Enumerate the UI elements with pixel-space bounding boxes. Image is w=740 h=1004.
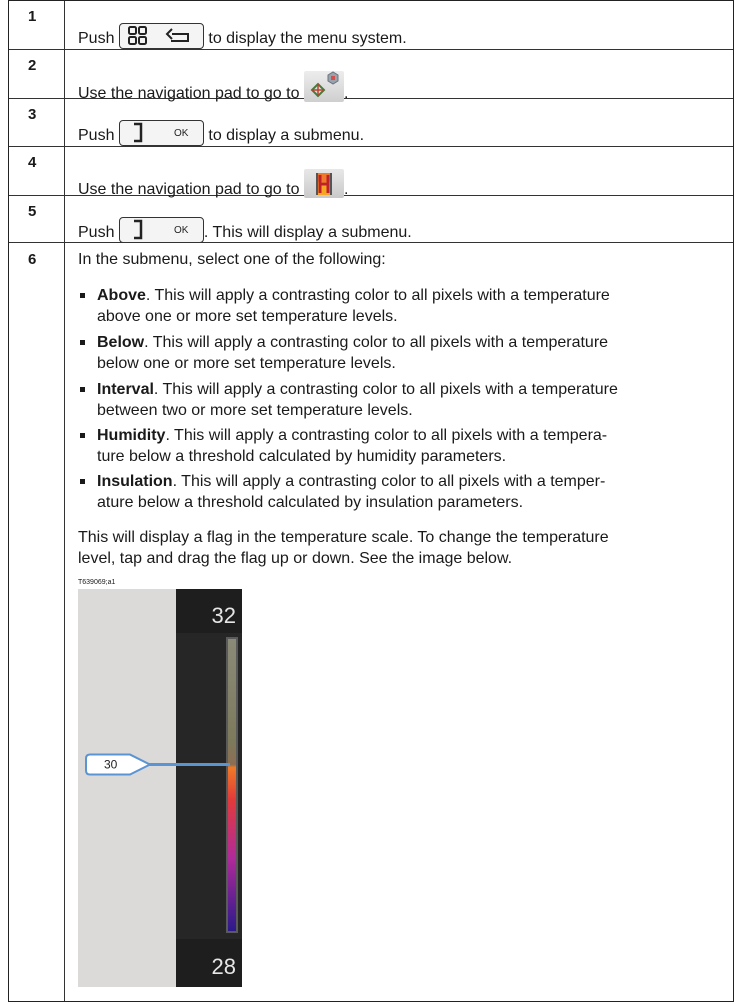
step-row-1: 1 Push to display the menu system. bbox=[9, 1, 733, 50]
step-text: Push OK . This will display a submenu. bbox=[78, 217, 412, 243]
bullet-term: Above bbox=[97, 287, 146, 304]
step-number: 6 bbox=[28, 251, 37, 268]
bullet-term: Below bbox=[97, 334, 145, 351]
procedure-table: 1 Push to display the menu system. 2 Use… bbox=[8, 0, 734, 1002]
list-item: Insulation. This will apply a contrastin… bbox=[78, 471, 718, 513]
scale-bottom-value: 28 bbox=[212, 954, 236, 979]
step-text-post: to display the menu system. bbox=[203, 30, 407, 47]
bullet-icon bbox=[80, 433, 85, 438]
scale-top-value: 32 bbox=[212, 603, 236, 628]
bullet-text: ture below a threshold calculated by hum… bbox=[97, 448, 507, 465]
list-item: Above. This will apply a contrasting col… bbox=[78, 285, 718, 327]
temperature-scale-graphic: 32 28 30 bbox=[78, 589, 242, 987]
scale-bar[interactable] bbox=[228, 639, 236, 931]
bullet-icon bbox=[80, 293, 85, 298]
step-intro: In the submenu, select one of the follow… bbox=[78, 251, 386, 268]
step-text-post: . This will display a submenu. bbox=[203, 224, 412, 241]
bullet-term: Insulation bbox=[97, 473, 173, 490]
bullet-text: . This will apply a contrasting color to… bbox=[153, 381, 618, 398]
ok-label: OK bbox=[174, 128, 189, 139]
bullet-text: . This will apply a contrasting color to… bbox=[165, 427, 608, 444]
bullet-icon bbox=[80, 387, 85, 392]
list-item: Below. This will apply a contrasting col… bbox=[78, 332, 718, 374]
bullet-term: Interval bbox=[97, 381, 154, 398]
bullet-text: . This will apply a contrasting color to… bbox=[145, 287, 610, 304]
step-row-6: 6 In the submenu, select one of the foll… bbox=[9, 243, 733, 1001]
list-item: Humidity. This will apply a contrasting … bbox=[78, 425, 718, 467]
ok-label: OK bbox=[174, 225, 189, 236]
bullet-text: . This will apply a contrasting color to… bbox=[172, 473, 606, 490]
list-item: Interval. This will apply a contrasting … bbox=[78, 379, 718, 421]
ok-key-icon: OK bbox=[118, 120, 204, 146]
step-row-3: 3 Push OK to display a submenu. bbox=[9, 99, 733, 147]
bullet-text: above one or more set temperature levels… bbox=[97, 308, 398, 325]
color-menu-icon bbox=[303, 71, 344, 102]
step-number: 3 bbox=[28, 106, 37, 123]
menu-back-key-icon bbox=[118, 23, 204, 49]
image-reference: T639069;a1 bbox=[78, 579, 116, 586]
bullet-text: between two or more set temperature leve… bbox=[97, 402, 413, 419]
paragraph-line: level, tap and drag the flag up or down.… bbox=[78, 550, 513, 567]
bullet-text: ature below a threshold calculated by in… bbox=[97, 494, 524, 511]
color-alarm-icon bbox=[303, 169, 344, 198]
step-number: 5 bbox=[28, 203, 37, 220]
temperature-scale-image: 32 28 30 bbox=[78, 589, 242, 987]
step-text-pre: Push bbox=[78, 30, 119, 47]
bullet-term: Humidity bbox=[97, 427, 166, 444]
step-row-5: 5 Push OK . This will display a submenu. bbox=[9, 196, 733, 243]
step-text-pre: Push bbox=[78, 224, 119, 241]
step-row-2: 2 Use the navigation pad to go to . bbox=[9, 50, 733, 102]
step-text: Push to display the menu system. bbox=[78, 23, 407, 49]
step-row-4: 4 Use the navigation pad to go to . bbox=[9, 147, 733, 198]
step-text-post: to display a submenu. bbox=[203, 127, 365, 144]
bullet-text: below one or more set temperature levels… bbox=[97, 355, 396, 372]
bullet-icon bbox=[80, 479, 85, 484]
flag-value: 30 bbox=[104, 758, 118, 772]
step-text: Push OK to display a submenu. bbox=[78, 120, 364, 146]
ok-key-icon: OK bbox=[118, 217, 204, 243]
paragraph-line: This will display a flag in the temperat… bbox=[78, 529, 609, 546]
bullet-text: . This will apply a contrasting color to… bbox=[144, 334, 609, 351]
step-number: 2 bbox=[28, 57, 37, 74]
step-text-pre: Push bbox=[78, 127, 119, 144]
step-number: 1 bbox=[28, 8, 37, 25]
bullet-icon bbox=[80, 340, 85, 345]
step-number: 4 bbox=[28, 154, 37, 171]
